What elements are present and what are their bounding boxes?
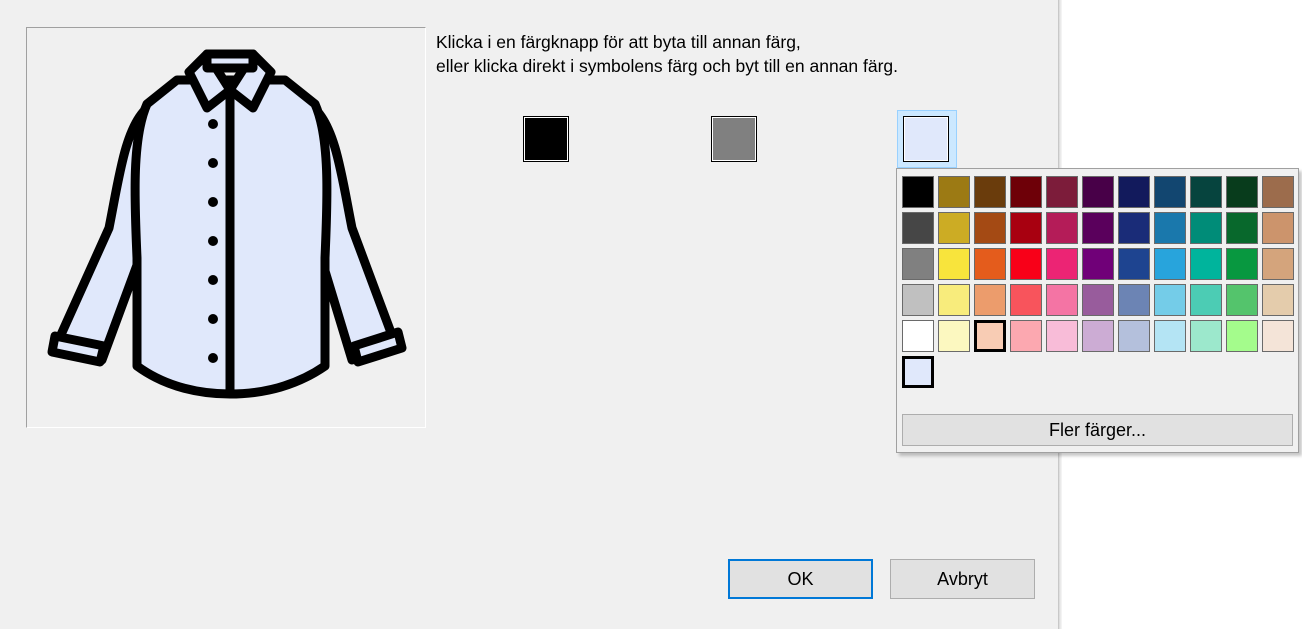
color-button-3-highlight[interactable] [897, 110, 957, 168]
palette-swatch[interactable] [1010, 176, 1042, 208]
palette-swatch[interactable] [1154, 320, 1186, 352]
palette-swatch[interactable] [1082, 320, 1114, 352]
palette-swatch[interactable] [938, 320, 970, 352]
palette-swatch[interactable] [1082, 212, 1114, 244]
palette-swatch[interactable] [974, 212, 1006, 244]
custom-color-swatch[interactable] [902, 356, 934, 388]
instructions-text: Klicka i en färgknapp för att byta till … [436, 30, 1036, 78]
palette-swatch[interactable] [1046, 212, 1078, 244]
palette-swatch[interactable] [974, 320, 1006, 352]
cancel-button[interactable]: Avbryt [890, 559, 1035, 599]
instructions-line-2: eller klicka direkt i symbolens färg och… [436, 56, 899, 76]
palette-swatch[interactable] [974, 248, 1006, 280]
palette-swatch[interactable] [1262, 284, 1294, 316]
palette-swatch[interactable] [1046, 176, 1078, 208]
color-button-3-swatch [905, 118, 947, 160]
shirt-icon[interactable] [27, 28, 425, 427]
palette-swatch[interactable] [1190, 248, 1222, 280]
palette-swatch[interactable] [1082, 176, 1114, 208]
palette-swatch[interactable] [1010, 320, 1042, 352]
palette-swatch[interactable] [1118, 248, 1150, 280]
palette-swatch[interactable] [1010, 212, 1042, 244]
instructions-line-1: Klicka i en färgknapp för att byta till … [436, 32, 801, 52]
palette-swatch[interactable] [1190, 320, 1222, 352]
palette-swatch[interactable] [1118, 284, 1150, 316]
palette-swatch[interactable] [1118, 176, 1150, 208]
palette-swatch[interactable] [1010, 248, 1042, 280]
palette-swatch[interactable] [1190, 284, 1222, 316]
color-button-3[interactable] [903, 116, 949, 162]
palette-swatch[interactable] [1154, 284, 1186, 316]
more-colors-button[interactable]: Fler färger... [902, 414, 1293, 446]
palette-swatch[interactable] [902, 176, 934, 208]
palette-swatch[interactable] [1046, 284, 1078, 316]
palette-swatch[interactable] [1154, 212, 1186, 244]
palette-swatch[interactable] [974, 284, 1006, 316]
shirt-left-cuff [47, 331, 109, 367]
shirt-collar-band [202, 49, 258, 73]
palette-swatch[interactable] [902, 284, 934, 316]
palette-swatch[interactable] [1118, 320, 1150, 352]
palette-swatch[interactable] [1190, 212, 1222, 244]
palette-swatch[interactable] [1262, 212, 1294, 244]
palette-swatch[interactable] [902, 320, 934, 352]
palette-swatch[interactable] [1046, 248, 1078, 280]
palette-swatch[interactable] [1010, 284, 1042, 316]
palette-swatch[interactable] [1226, 212, 1258, 244]
palette-swatch[interactable] [938, 176, 970, 208]
color-button-1[interactable] [523, 116, 569, 162]
color-button-2[interactable] [711, 116, 757, 162]
color-palette-popup: Fler färger... [896, 168, 1299, 453]
color-button-1-swatch [525, 118, 567, 160]
palette-swatch[interactable] [1118, 212, 1150, 244]
palette-swatch[interactable] [1262, 320, 1294, 352]
palette-swatch[interactable] [938, 212, 970, 244]
palette-swatch[interactable] [1190, 176, 1222, 208]
palette-swatch[interactable] [1154, 248, 1186, 280]
palette-swatch[interactable] [1046, 320, 1078, 352]
palette-swatch[interactable] [1154, 176, 1186, 208]
palette-swatch[interactable] [938, 284, 970, 316]
ok-button[interactable]: OK [728, 559, 873, 599]
palette-swatch[interactable] [902, 212, 934, 244]
symbol-preview [26, 27, 426, 428]
palette-swatch[interactable] [1226, 176, 1258, 208]
palette-swatch[interactable] [1262, 248, 1294, 280]
palette-swatch[interactable] [902, 248, 934, 280]
palette-swatch[interactable] [938, 248, 970, 280]
color-button-2-swatch [713, 118, 755, 160]
palette-swatch[interactable] [1226, 248, 1258, 280]
palette-swatch[interactable] [974, 176, 1006, 208]
palette-swatch[interactable] [1226, 320, 1258, 352]
palette-swatch[interactable] [1082, 248, 1114, 280]
palette-swatch[interactable] [1082, 284, 1114, 316]
palette-swatch[interactable] [1262, 176, 1294, 208]
palette-swatch[interactable] [1226, 284, 1258, 316]
